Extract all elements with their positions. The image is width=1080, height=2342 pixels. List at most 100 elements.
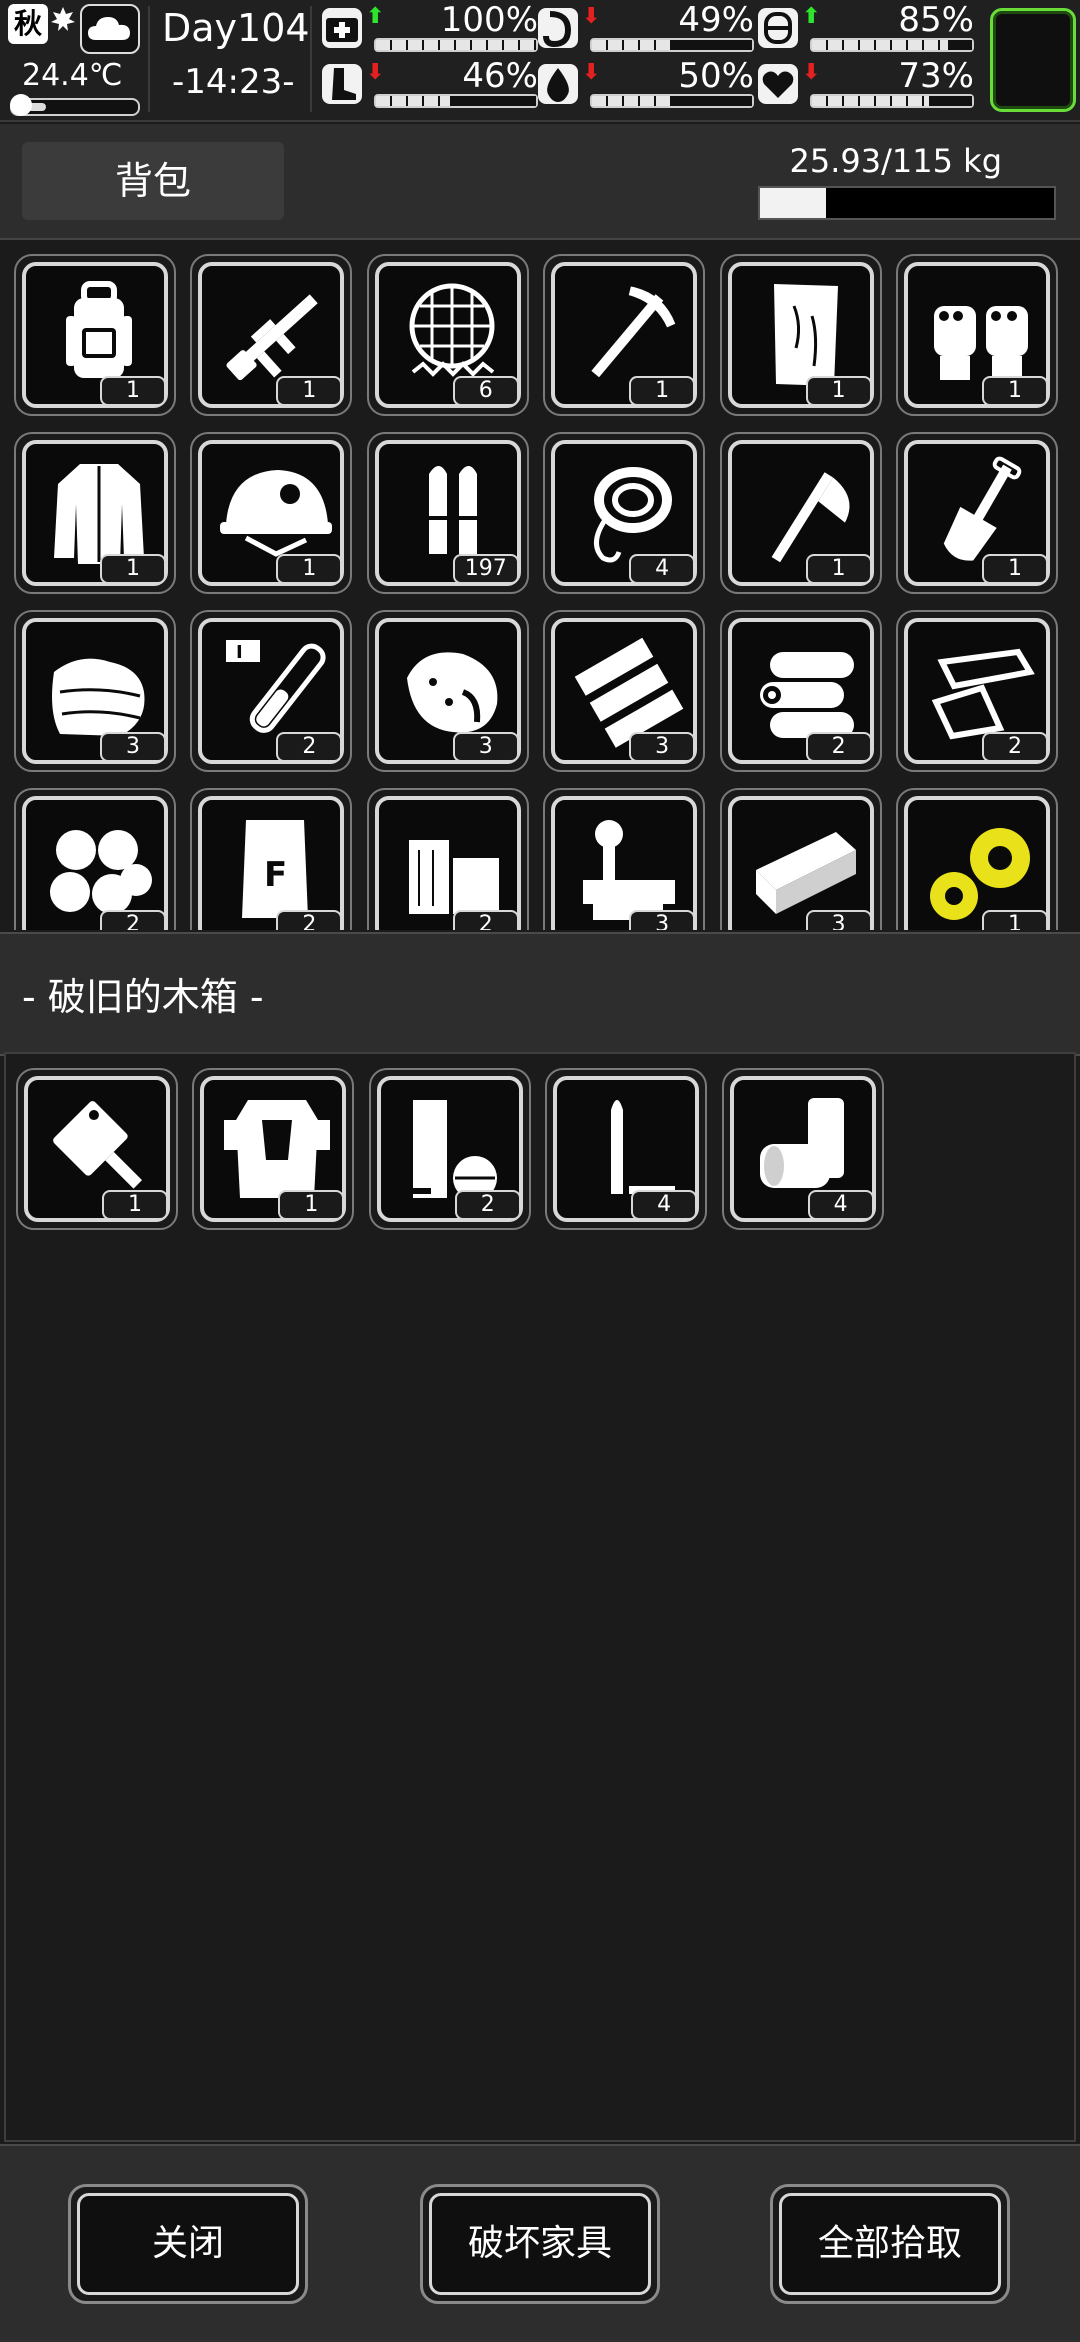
stat-percent: 100% — [440, 0, 538, 40]
water-drop-icon — [538, 64, 578, 104]
inventory-slot[interactable]: 4 — [543, 432, 706, 594]
trend-down-icon: ⬇ — [366, 60, 385, 85]
item-count: 1 — [100, 376, 166, 406]
pick-up-all-button-label: 全部拾取 — [779, 2193, 1001, 2295]
inventory-slot[interactable]: 2 — [719, 610, 882, 772]
inventory-slot[interactable]: 2 — [14, 788, 176, 930]
inventory-slot[interactable]: 3 — [543, 610, 706, 772]
weather-cloud-icon — [80, 4, 140, 54]
item-count: 2 — [805, 732, 872, 762]
item-count: 2 — [454, 1190, 521, 1220]
inventory-slot[interactable]: 1 — [543, 254, 706, 416]
temperature-gauge — [10, 94, 140, 116]
inventory-slot[interactable]: 1 — [190, 432, 353, 594]
inventory-slot[interactable]: 1 — [895, 788, 1058, 930]
stat-bar — [374, 94, 538, 108]
backpack-weight-text: 25.93/115 kg — [789, 142, 1002, 180]
inventory-slot[interactable]: 1 — [895, 432, 1058, 594]
temperature-text: 24.4℃ — [22, 58, 123, 93]
item-count: 3 — [805, 910, 872, 930]
inventory-slot[interactable]: 1 — [14, 254, 176, 416]
item-count: 1 — [629, 376, 696, 406]
inventory-slot[interactable]: 197 — [366, 432, 529, 594]
item-count: 3 — [452, 732, 519, 762]
stat-stamina: ⬇ 46% — [322, 56, 538, 112]
medkit-icon — [322, 8, 362, 48]
inventory-slot[interactable]: 4 — [545, 1068, 708, 1230]
item-count: 4 — [807, 1190, 874, 1220]
stat-bar — [810, 38, 974, 52]
backpack-weight-bar — [758, 186, 1056, 220]
destroy-furniture-button-label: 破坏家具 — [429, 2193, 651, 2295]
stat-health: ⬆ 100% — [322, 0, 538, 56]
item-count: 3 — [629, 910, 696, 930]
item-count: 1 — [805, 376, 872, 406]
container-header: - 破旧的木箱 - — [0, 932, 1080, 1056]
trend-down-icon: ⬇ — [802, 60, 821, 85]
pick-up-all-button[interactable]: 全部拾取 — [770, 2184, 1010, 2304]
inventory-slot[interactable]: F 2 — [190, 788, 353, 930]
svg-text:F: F — [264, 855, 287, 895]
close-button-label: 关闭 — [77, 2193, 299, 2295]
stat-bar — [374, 38, 538, 52]
item-count: 2 — [276, 910, 343, 930]
game-time: -14:23- — [172, 62, 295, 102]
inventory-slot[interactable]: 3 — [719, 788, 882, 930]
stat-mood: ⬇ 73% — [758, 56, 974, 112]
inventory-slot[interactable]: 1 — [895, 254, 1058, 416]
item-count: 2 — [452, 910, 519, 930]
inventory-slot[interactable]: 2 — [366, 788, 529, 930]
item-count: 1 — [981, 376, 1048, 406]
item-count: 6 — [452, 376, 519, 406]
stat-energy: ⬆ 85% — [758, 0, 974, 56]
stat-percent: 85% — [898, 0, 974, 40]
inventory-slot[interactable]: I 2 — [190, 610, 353, 772]
stat-percent: 46% — [462, 56, 538, 96]
backpack-grid-area[interactable]: 1 1 6 1 1 1 1 1 197 4 1 1 3 I 2 3 3 2 2 2… — [0, 240, 1080, 930]
destroy-furniture-button[interactable]: 破坏家具 — [420, 2184, 660, 2304]
item-count: 4 — [631, 1190, 698, 1220]
item-count: 2 — [100, 910, 166, 930]
inventory-slot[interactable]: 2 — [895, 610, 1058, 772]
stat-bar — [590, 38, 754, 52]
stat-percent: 73% — [898, 56, 974, 96]
trend-down-icon: ⬇ — [582, 60, 601, 85]
quick-slot[interactable] — [990, 8, 1076, 112]
inventory-slot[interactable]: 1 — [719, 254, 882, 416]
stat-thirst: ⬇ 50% — [538, 56, 754, 112]
item-count: 4 — [629, 554, 696, 584]
stomach-icon — [538, 8, 578, 48]
container-grid: 1 1 2 4 4 — [16, 1068, 1060, 1230]
inventory-slot[interactable]: 4 — [721, 1068, 884, 1230]
container-panel[interactable]: 1 1 2 4 4 — [4, 1052, 1076, 2142]
close-button[interactable]: 关闭 — [68, 2184, 308, 2304]
item-count: 197 — [452, 554, 519, 584]
inventory-slot[interactable]: 3 — [366, 610, 529, 772]
item-count: 3 — [100, 732, 166, 762]
foot-icon — [322, 64, 362, 104]
inventory-slot[interactable]: 1 — [14, 432, 176, 594]
inventory-slot[interactable]: 1 — [192, 1068, 355, 1230]
item-count: 1 — [805, 554, 872, 584]
svg-text:I: I — [236, 642, 243, 663]
inventory-slot[interactable]: 1 — [16, 1068, 178, 1230]
stat-hunger: ⬇ 49% — [538, 0, 754, 56]
inventory-slot[interactable]: 6 — [366, 254, 529, 416]
item-count: 1 — [981, 554, 1048, 584]
stat-bar — [590, 94, 754, 108]
inventory-slot[interactable]: 1 — [719, 432, 882, 594]
inventory-slot[interactable]: 3 — [14, 610, 176, 772]
backpack-grid: 1 1 6 1 1 1 1 1 197 4 1 1 3 I 2 3 3 2 2 2… — [14, 254, 1058, 930]
day-counter: Day104 — [162, 6, 310, 50]
action-bar: 关闭 破坏家具 全部拾取 — [0, 2144, 1080, 2342]
backpack-header: 背包 25.93/115 kg — [0, 124, 1080, 240]
inventory-slot[interactable]: 1 — [190, 254, 353, 416]
backpack-tab[interactable]: 背包 — [22, 142, 284, 220]
inventory-slot[interactable]: 2 — [368, 1068, 531, 1230]
item-count: 1 — [981, 910, 1048, 930]
trend-up-icon: ⬆ — [802, 4, 821, 29]
inventory-slot[interactable]: 3 — [543, 788, 706, 930]
trend-up-icon: ⬆ — [366, 4, 385, 29]
maple-leaf-icon — [51, 7, 75, 31]
stat-bar — [810, 94, 974, 108]
